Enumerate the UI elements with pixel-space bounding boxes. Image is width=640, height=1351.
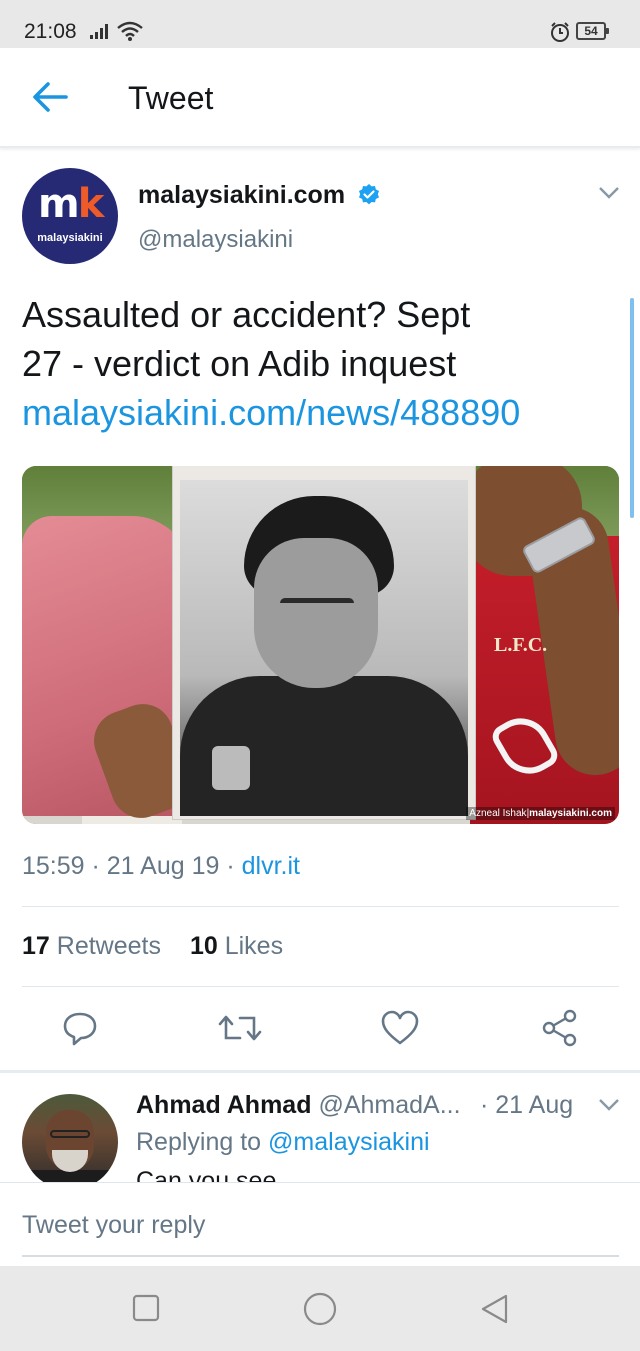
verified-badge-icon (357, 183, 381, 212)
avatar-glasses (50, 1130, 90, 1138)
replying-to: Replying to @malaysiakini (136, 1128, 430, 1157)
reply-author[interactable]: Ahmad Ahmad @AhmadA... (136, 1091, 461, 1120)
photo-credit-name: Azneal Ishak (469, 808, 527, 819)
retweets-count: 17 (22, 932, 50, 960)
tweet-meta: 15:59 · 21 Aug 19 · dlvr.it (22, 852, 300, 880)
battery-icon: 54 (576, 22, 609, 40)
replying-to-handle[interactable]: @malaysiakini (268, 1128, 430, 1156)
scroll-indicator[interactable] (630, 298, 634, 518)
reply-text-container: Can you see (136, 1166, 616, 1182)
circle-icon[interactable] (302, 1292, 337, 1326)
tweet-photo[interactable]: L.F.C. Azneal Ishak|malaysiakini.com (22, 466, 619, 824)
heart-icon[interactable] (380, 1008, 420, 1048)
share-icon[interactable] (540, 1008, 580, 1048)
top-app-bar: Tweet (0, 48, 640, 148)
likes-stat[interactable]: 10 Likes (190, 932, 283, 960)
reply-author-handle: @AhmadA... (318, 1091, 461, 1119)
reply-icon[interactable] (60, 1008, 100, 1048)
photo-shirt-text: L.F.C. (494, 634, 548, 656)
square-icon[interactable] (130, 1292, 164, 1326)
tweet-source-link[interactable]: dlvr.it (242, 852, 300, 880)
wifi-icon (116, 20, 144, 47)
logo-m: m (38, 181, 80, 227)
reply-time: · 21 Aug (480, 1091, 574, 1119)
author-handle[interactable]: @malaysiakini (138, 226, 293, 254)
malaysiakini-logo: mk (38, 181, 105, 227)
section-separator (0, 1070, 640, 1073)
tweet-text-line-1: Assaulted or accident? Sept (22, 294, 471, 335)
divider (22, 986, 619, 987)
photo-credit: Azneal Ishak|malaysiakini.com (466, 807, 615, 820)
photo-eyes (280, 598, 354, 608)
input-underline (22, 1255, 619, 1257)
photo-hand-right (462, 466, 582, 576)
tweet-actions (0, 1008, 640, 1052)
tweet-date: 21 Aug 19 (106, 852, 220, 880)
avatar[interactable]: mk malaysiakini (22, 168, 118, 264)
divider (22, 906, 619, 907)
tweet-text: Assaulted or accident? Sept 27 - verdict… (22, 290, 622, 437)
author-name[interactable]: malaysiakini.com (138, 181, 345, 210)
reply-text: Can you see (136, 1167, 277, 1182)
photo-badge (212, 746, 250, 790)
status-time: 21:08 (24, 20, 77, 43)
signal-icon (90, 23, 112, 44)
system-navigation-bar (0, 1266, 640, 1351)
avatar-beard (52, 1150, 88, 1172)
chevron-down-icon[interactable] (598, 186, 620, 205)
likes-label: Likes (224, 932, 284, 960)
triangle-back-icon[interactable] (478, 1292, 512, 1326)
chevron-down-icon[interactable] (598, 1098, 620, 1117)
reply-author-name: Ahmad Ahmad (136, 1091, 312, 1119)
replying-to-label: Replying to (136, 1128, 262, 1156)
tweet-text-line-2: 27 - verdict on Adib inquest (22, 343, 457, 384)
photo-face (254, 538, 378, 688)
retweets-stat[interactable]: 17 Retweets (22, 932, 161, 960)
tweet-stats: 17 Retweets 10 Likes (22, 932, 283, 961)
page-title: Tweet (128, 80, 214, 116)
tweet-time: 15:59 (22, 852, 85, 880)
status-bar: 21:08 54 (0, 0, 640, 48)
alarm-icon (549, 21, 571, 48)
reply-avatar[interactable] (22, 1094, 118, 1190)
retweets-label: Retweets (56, 932, 161, 960)
likes-count: 10 (189, 932, 218, 960)
arrow-left-icon[interactable] (30, 80, 70, 114)
logo-subtitle: malaysiakini (37, 232, 103, 244)
logo-k: k (77, 181, 105, 227)
photo-credit-site: malaysiakini.com (529, 808, 612, 819)
tweet-link[interactable]: malaysiakini.com/news/488890 (22, 388, 622, 437)
retweet-icon[interactable] (218, 1008, 262, 1048)
reply-input[interactable]: Tweet your reply (22, 1211, 205, 1240)
reply-composer[interactable]: Tweet your reply (0, 1182, 640, 1266)
